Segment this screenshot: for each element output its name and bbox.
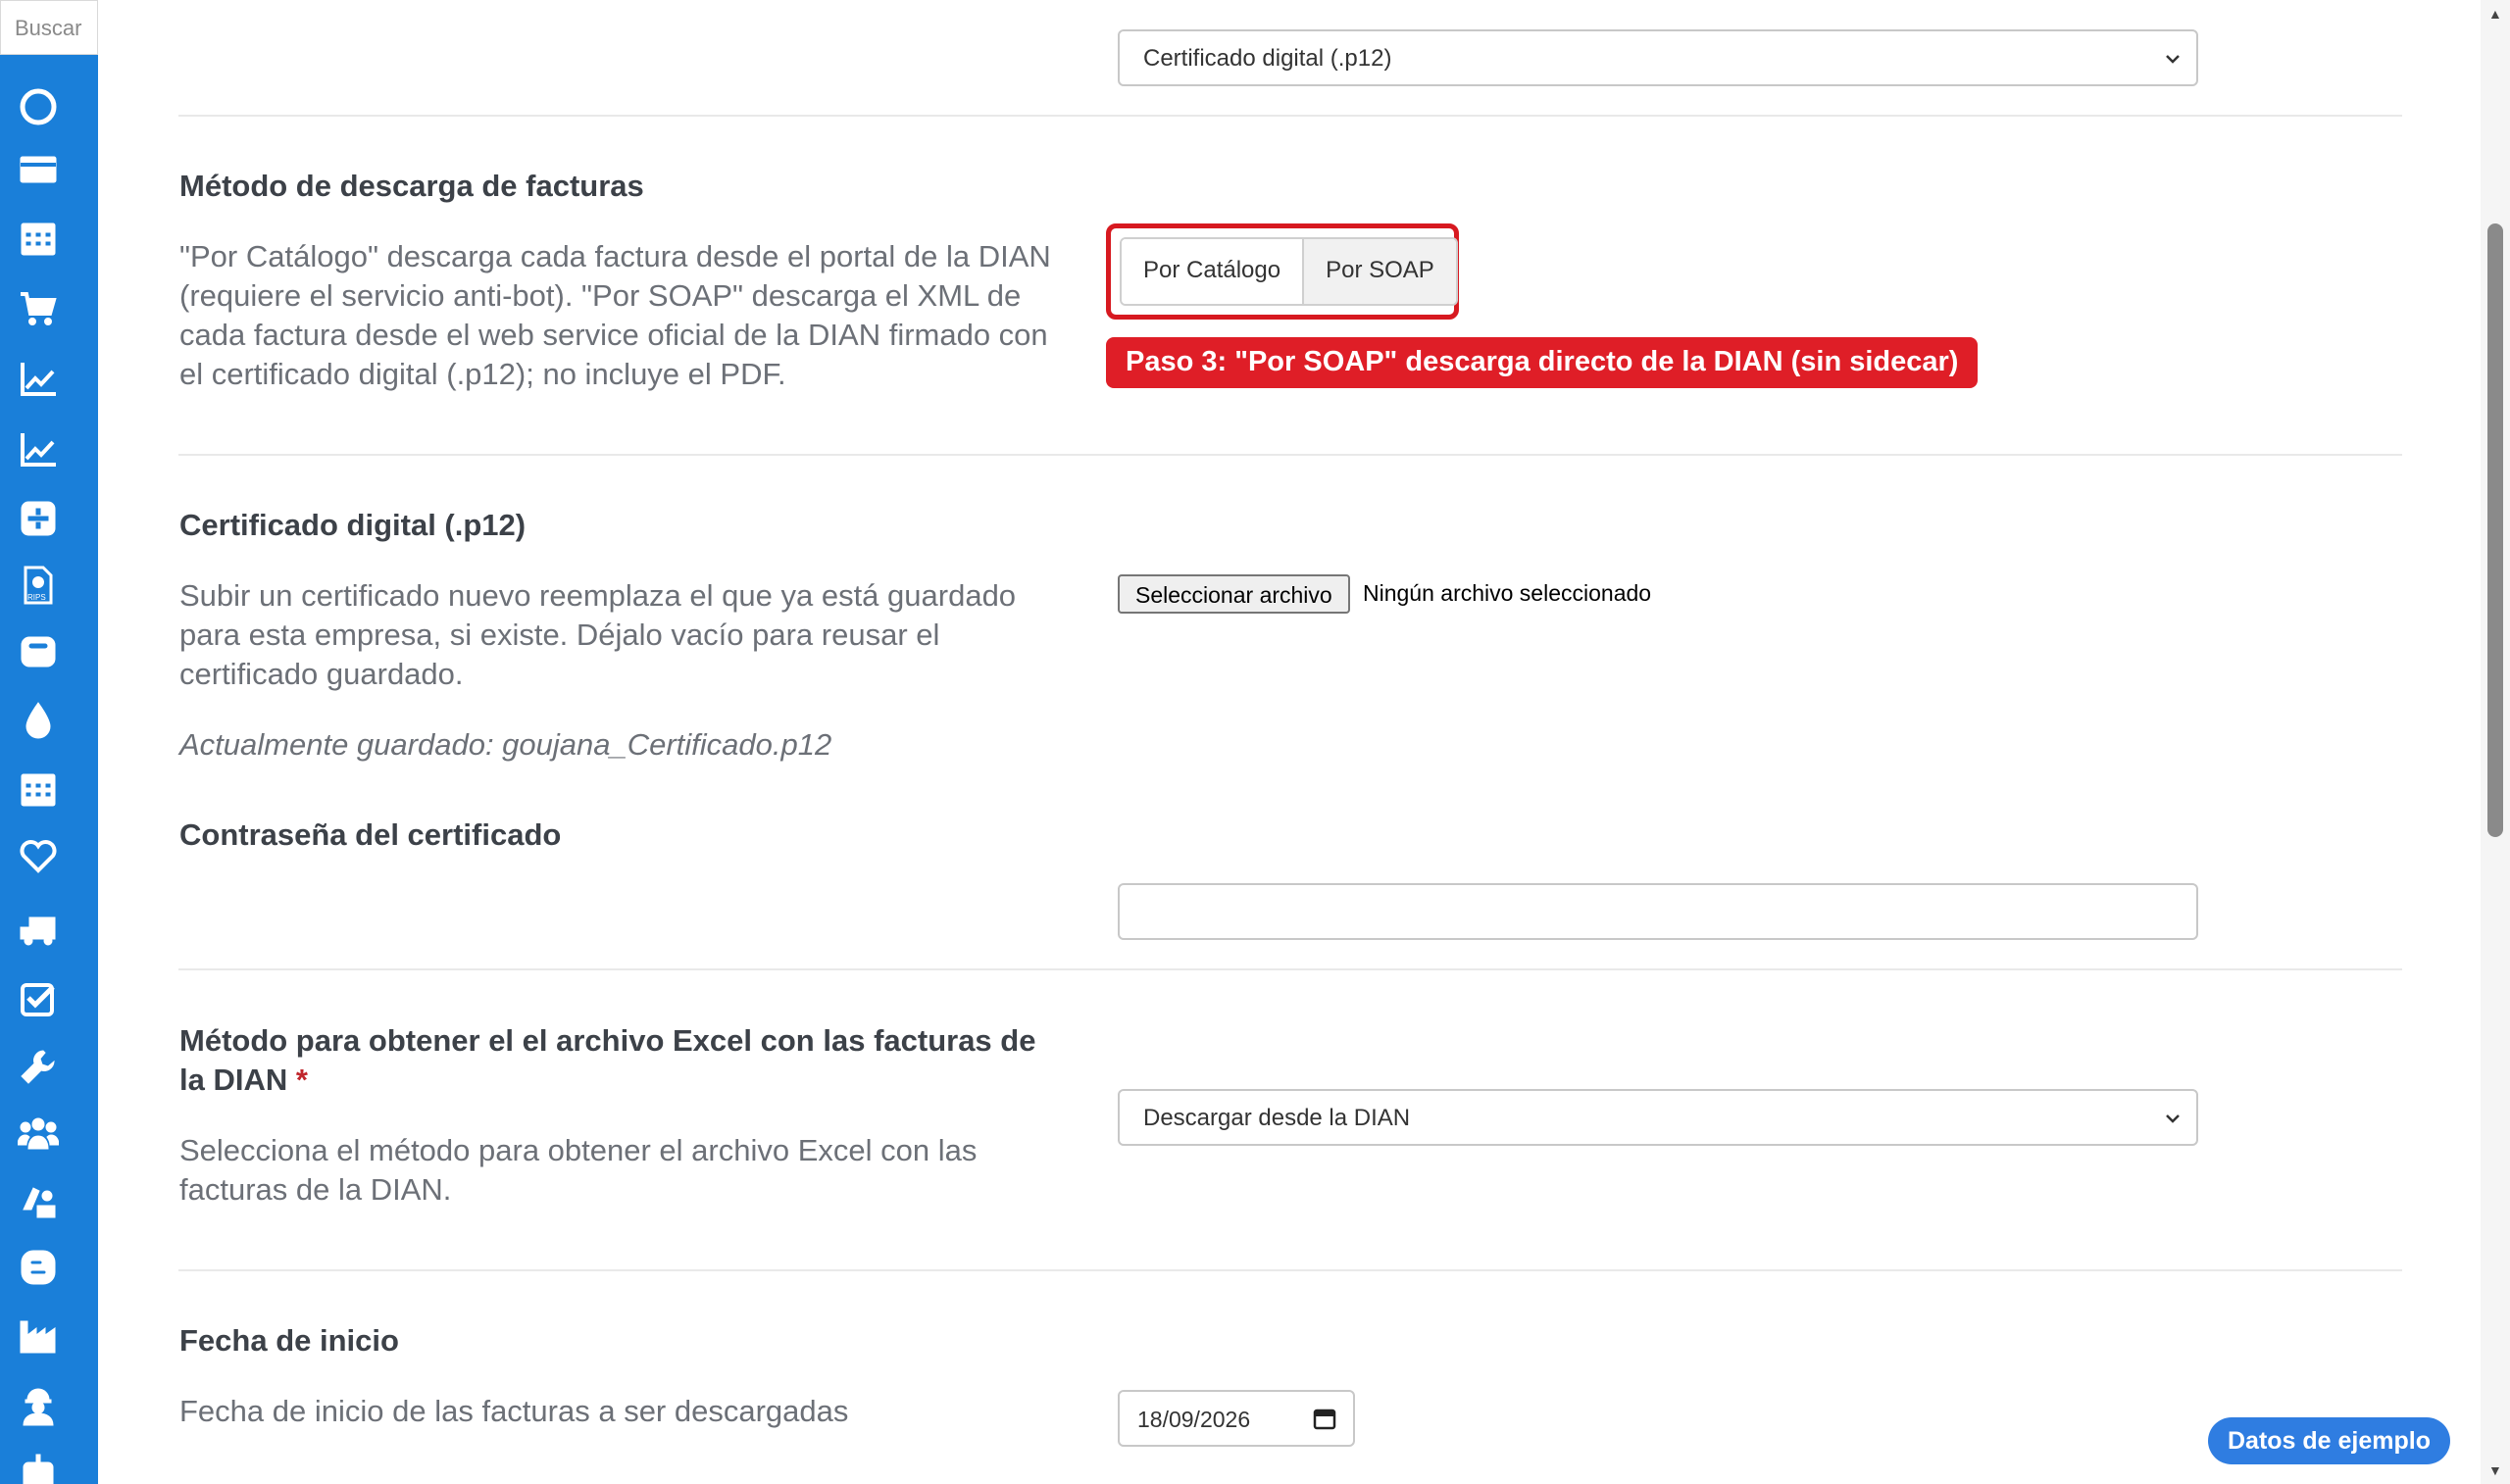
- password-title: Contraseña del certificado: [179, 817, 562, 852]
- excel-method-title: Método para obtener el el archivo Excel …: [179, 1023, 1036, 1097]
- start-date-value: 18/09/2026: [1137, 1407, 1251, 1432]
- chart-line-2-icon[interactable]: [16, 427, 61, 472]
- divider: [178, 968, 2402, 970]
- scroll-up-icon[interactable]: ▲: [2488, 6, 2502, 22]
- demo-data-badge[interactable]: Datos de ejemplo: [2208, 1417, 2450, 1464]
- chevron-down-icon: [2166, 55, 2180, 64]
- download-method-toggle: Por Catálogo Por SOAP: [1120, 237, 1458, 306]
- step-annotation: Paso 3: "Por SOAP" descarga directo de l…: [1106, 337, 1979, 388]
- main-content: Certificado digital (.p12) Método de des…: [98, 0, 2481, 1484]
- scrollbar[interactable]: ▲ ▼: [2481, 0, 2510, 1484]
- file-status: Ningún archivo seleccionado: [1363, 580, 1652, 606]
- excel-method-value: Descargar desde la DIAN: [1143, 1105, 1411, 1131]
- sidebar: Buscar RIPS: [0, 0, 98, 1484]
- robot-icon[interactable]: [16, 1451, 61, 1484]
- excel-method-select[interactable]: Descargar desde la DIAN: [1118, 1089, 2198, 1146]
- certificate-current: Actualmente guardado: goujana_Certificad…: [179, 727, 832, 762]
- drop-icon[interactable]: [16, 698, 61, 743]
- worker-icon[interactable]: [16, 1178, 61, 1223]
- credential-type-value: Certificado digital (.p12): [1143, 45, 1392, 72]
- download-method-description: "Por Catálogo" descarga cada factura des…: [179, 239, 1051, 391]
- blogger-icon[interactable]: [16, 1245, 61, 1290]
- heart-icon[interactable]: [16, 833, 61, 878]
- calendar-icon[interactable]: [16, 216, 61, 261]
- factory-icon[interactable]: [16, 1313, 61, 1359]
- divider: [178, 1269, 2402, 1271]
- plus-square-icon[interactable]: [16, 496, 61, 541]
- card-icon[interactable]: [16, 147, 61, 192]
- divider: [178, 454, 2402, 456]
- svg-text:RIPS: RIPS: [27, 593, 46, 602]
- option-por-soap-button[interactable]: Por SOAP: [1304, 239, 1456, 304]
- chevron-down-icon: [2166, 1114, 2180, 1123]
- start-date-title: Fecha de inicio: [179, 1323, 399, 1358]
- truck-icon[interactable]: [16, 908, 61, 953]
- select-file-button[interactable]: Seleccionar archivo: [1118, 574, 1350, 614]
- divider: [178, 115, 2402, 117]
- required-mark: *: [295, 1063, 308, 1097]
- certificate-title: Certificado digital (.p12): [179, 508, 527, 542]
- cart-icon[interactable]: [16, 286, 61, 331]
- password-input[interactable]: [1118, 883, 2198, 940]
- sidebar-search-input[interactable]: Buscar: [0, 0, 98, 55]
- excel-method-description: Selecciona el método para obtener el arc…: [179, 1133, 978, 1207]
- scroll-thumb[interactable]: [2487, 223, 2503, 837]
- download-method-title: Método de descarga de facturas: [179, 169, 644, 203]
- chart-line-icon[interactable]: [16, 357, 61, 402]
- wrench-icon[interactable]: [16, 1045, 61, 1090]
- box-icon[interactable]: [16, 629, 61, 674]
- calendar-2-icon[interactable]: [16, 767, 61, 812]
- rips-icon[interactable]: RIPS: [16, 563, 61, 608]
- option-por-catalogo-button[interactable]: Por Catálogo: [1122, 239, 1305, 304]
- scroll-down-icon[interactable]: ▼: [2488, 1462, 2502, 1478]
- engineer-icon[interactable]: [16, 1384, 61, 1429]
- start-date-description: Fecha de inicio de las facturas a ser de…: [179, 1394, 849, 1428]
- credential-type-select[interactable]: Certificado digital (.p12): [1118, 29, 2198, 86]
- calendar-picker-icon[interactable]: [1312, 1406, 1337, 1431]
- start-date-input[interactable]: 18/09/2026: [1118, 1390, 1355, 1447]
- circle-icon[interactable]: [16, 84, 61, 129]
- users-icon[interactable]: [16, 1112, 61, 1157]
- checkbox-icon[interactable]: [16, 976, 61, 1021]
- certificate-description: Subir un certificado nuevo reemplaza el …: [179, 578, 1017, 691]
